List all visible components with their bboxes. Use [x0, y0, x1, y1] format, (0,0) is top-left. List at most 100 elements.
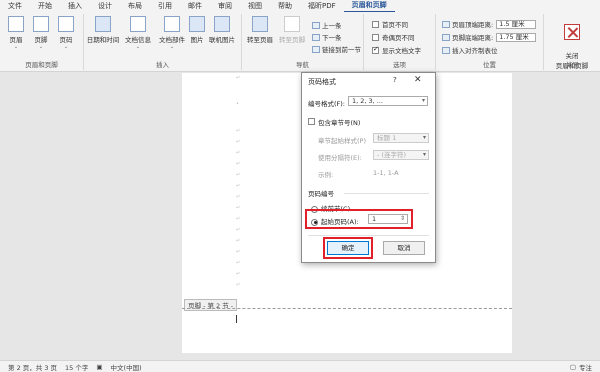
footer-icon — [33, 16, 49, 32]
group-close: 关闭 页眉和页脚 关闭 — [544, 14, 600, 70]
goto-header-button[interactable]: 转至页眉 — [244, 16, 276, 44]
paragraph-mark: ↵ — [236, 249, 241, 255]
insert-align-tab-button[interactable]: 插入对齐制表位 — [442, 45, 498, 55]
online-picture-label: 联机图片 — [209, 36, 235, 44]
page-number-button[interactable]: 页码 ⌄ — [56, 16, 76, 50]
doc-info-label: 文档信息 — [125, 36, 151, 44]
first-page-different-checkbox[interactable]: 首页不同 — [372, 19, 408, 29]
ok-button[interactable]: 确定 — [327, 241, 369, 255]
proofing-icon[interactable]: ▣ — [96, 363, 102, 371]
date-time-button[interactable]: 日期和时间 — [84, 16, 122, 44]
link-previous-label: 链接到前一节 — [322, 46, 361, 54]
footer-button[interactable]: 页脚 ⌄ — [31, 16, 51, 50]
footer-label: 页脚 — [34, 36, 48, 44]
header-button[interactable]: 页眉 ⌄ — [6, 16, 26, 50]
picture-label: 图片 — [190, 36, 204, 44]
number-format-select[interactable]: 1, 2, 3, ... ▾ — [348, 96, 428, 106]
dialog-title: 页码格式 — [308, 78, 336, 86]
doc-parts-button[interactable]: 文档部件 ⌄ — [156, 16, 188, 50]
chevron-down-icon: ▾ — [422, 134, 426, 141]
goto-footer-button[interactable]: 转至页脚 — [276, 16, 308, 44]
picture-button[interactable]: 图片 — [188, 16, 206, 44]
menu-mailings[interactable]: 邮件 — [180, 0, 210, 12]
menu-insert[interactable]: 插入 — [60, 0, 90, 12]
chevron-down-icon: ⌄ — [63, 44, 69, 50]
menu-view[interactable]: 视图 — [240, 0, 270, 12]
example-label: 示例: — [318, 171, 334, 179]
paragraph-mark: ↵ — [236, 282, 241, 288]
paragraph-mark: ↵ — [236, 227, 241, 233]
chevron-down-icon: ⌄ — [38, 44, 44, 50]
menu-foxit-pdf[interactable]: 福昕PDF — [300, 0, 344, 12]
online-picture-button[interactable]: 联机图片 — [206, 16, 238, 44]
paragraph-mark: ↵ — [236, 161, 241, 167]
previous-button[interactable]: 上一条 — [312, 20, 342, 30]
link-icon — [312, 45, 320, 53]
calendar-icon — [95, 16, 111, 32]
numbering-section-label: 页码编号 — [308, 190, 334, 198]
group-label: 位置 — [483, 61, 496, 69]
button-divider — [308, 235, 429, 236]
start-at-label: 起始页码(A): — [321, 218, 359, 226]
doc-parts-icon — [164, 16, 180, 32]
chapter-style-value: 标题 1 — [377, 134, 397, 142]
focus-icon[interactable]: ▢ — [570, 363, 576, 371]
menu-home[interactable]: 开始 — [30, 0, 60, 12]
menu-layout[interactable]: 布局 — [120, 0, 150, 12]
show-doc-text-checkbox[interactable]: 显示文档文字 — [372, 45, 421, 55]
menu-design[interactable]: 设计 — [90, 0, 120, 12]
start-at-input[interactable]: 1 ⇕ — [368, 214, 408, 224]
cancel-button[interactable]: 取消 — [383, 241, 425, 255]
section-divider — [344, 193, 429, 194]
chevron-down-icon: ▾ — [422, 151, 426, 158]
menu-references[interactable]: 引用 — [150, 0, 180, 12]
link-previous-button[interactable]: 链接到前一节 — [312, 44, 361, 54]
chevron-down-icon: ⌄ — [169, 44, 175, 50]
group-options: 首页不同 奇偶页不同 显示文档文字 选项 — [364, 14, 436, 70]
spinner-icon: ⇕ — [399, 215, 405, 222]
help-icon[interactable]: ? — [393, 76, 397, 84]
chapter-style-label: 章节起始样式(P) — [318, 137, 366, 145]
paragraph-mark: ↵ — [236, 271, 241, 277]
footer-section-tag: 页脚 - 第 2 节 - — [184, 299, 238, 311]
footer-bottom-label: 页脚底端距离: — [452, 34, 494, 42]
doc-info-button[interactable]: 文档信息 ⌄ — [122, 16, 154, 50]
paragraph-mark: ↵ — [236, 183, 241, 189]
paragraph-mark: ↵ — [236, 75, 241, 81]
paragraph-mark: • — [236, 101, 239, 107]
next-button[interactable]: 下一条 — [312, 32, 342, 42]
paragraph-mark: ↵ — [236, 260, 241, 266]
footer-bottom-input[interactable]: 1.75 厘米 — [496, 32, 537, 42]
separator-label: 使用分隔符(E): — [318, 154, 362, 162]
start-at-radio[interactable]: 起始页码(A): — [311, 216, 359, 226]
close-icon[interactable]: ✕ — [414, 75, 422, 85]
page-number-format-dialog: 页码格式 ? ✕ 编号格式(F): 1, 2, 3, ... ▾ 包含章节号(N… — [301, 72, 436, 263]
header-top-input[interactable]: 1.5 厘米 — [496, 19, 537, 29]
goto-header-label: 转至页眉 — [247, 36, 273, 44]
start-at-value: 1 — [372, 215, 377, 223]
paragraph-mark: ↵ — [236, 150, 241, 156]
include-chapter-checkbox[interactable]: 包含章节号(N) — [308, 117, 360, 127]
align-tab-icon — [442, 46, 450, 54]
date-time-label: 日期和时间 — [86, 36, 120, 44]
focus-mode-label[interactable]: 专注 — [579, 362, 592, 372]
paragraph-mark: ↵ — [236, 172, 241, 178]
footer-bottom-distance: 页脚底端距离: 1.75 厘米 — [442, 32, 537, 42]
first-page-different-label: 首页不同 — [382, 21, 408, 29]
page-count[interactable]: 第 2 页，共 3 页 — [8, 362, 57, 372]
header-top-label: 页眉顶端距离: — [452, 21, 494, 29]
menu-file[interactable]: 文件 — [0, 0, 30, 12]
example-value: 1-1, 1-A — [373, 169, 399, 177]
checkbox-checked-icon — [372, 45, 379, 54]
odd-even-different-checkbox[interactable]: 奇偶页不同 — [372, 32, 415, 42]
paragraph-mark: ↵ — [236, 216, 241, 222]
separator-select[interactable]: - (连字符) ▾ — [373, 150, 429, 160]
include-chapter-label: 包含章节号(N) — [318, 119, 361, 127]
language[interactable]: 中文(中国) — [111, 362, 142, 372]
chapter-style-select[interactable]: 标题 1 ▾ — [373, 133, 429, 143]
menu-review[interactable]: 审阅 — [210, 0, 240, 12]
word-count[interactable]: 15 个字 — [65, 362, 88, 372]
chevron-down-icon: ▾ — [421, 97, 425, 104]
show-doc-text-label: 显示文档文字 — [382, 47, 421, 55]
menu-help[interactable]: 帮助 — [270, 0, 300, 12]
